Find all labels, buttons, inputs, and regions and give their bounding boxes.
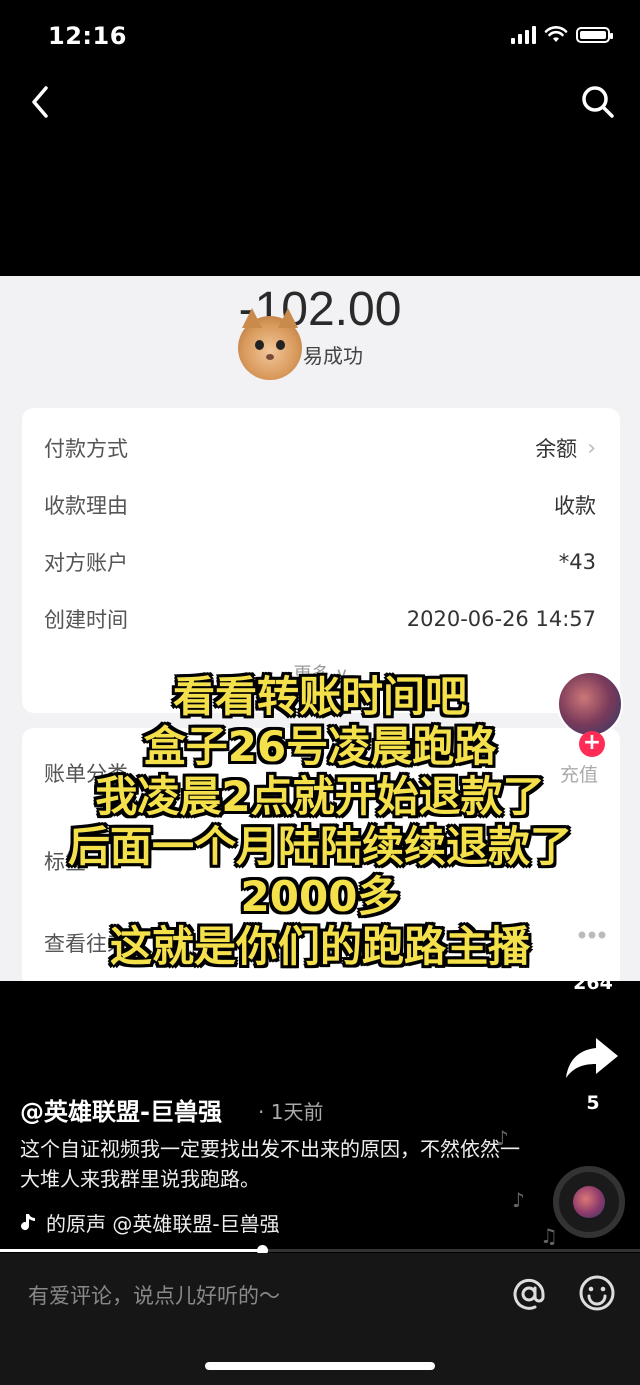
post-time: · 1天前	[258, 1100, 324, 1124]
detail-value: 收款	[554, 494, 596, 518]
chevron-right-icon: ›	[587, 435, 596, 461]
music-label[interactable]: 的原声 @英雄联盟-巨兽强	[20, 1208, 340, 1237]
detail-row-reason: 收款理由 收款	[44, 485, 596, 525]
comment-count: 264	[573, 972, 613, 994]
caption-line: 后面一个月陆陆续续退款了	[67, 822, 572, 871]
follow-button[interactable]: +	[579, 731, 605, 757]
share-icon[interactable]	[564, 1034, 620, 1082]
back-icon[interactable]	[22, 82, 62, 122]
caption-line: 这就是你们的跑路主播	[109, 922, 530, 971]
music-note-icon	[21, 1213, 35, 1230]
detail-label: 收款理由	[44, 494, 128, 518]
wifi-icon	[544, 26, 568, 42]
like-count: 824	[575, 852, 611, 873]
status-icons	[511, 26, 613, 44]
detail-label: 创建时间	[44, 608, 128, 632]
post-description: 这个自证视频我一定要找出发不出来的原因，不然依然一大堆人来我群里说我跑路。	[20, 1137, 520, 1191]
signal-icon	[511, 26, 536, 44]
comment-icon[interactable]	[564, 910, 620, 966]
home-indicator	[205, 1362, 435, 1370]
caption-line: 我凌晨2点就开始退款了	[95, 772, 545, 821]
detail-label: 对方账户	[44, 551, 128, 575]
detail-row-payment-method[interactable]: 付款方式 余额 ›	[44, 428, 596, 468]
caption-overlay: 看看转账时间吧 盒子26号凌晨跑路 我凌晨2点就开始退款了 后面一个月陆陆续续退…	[0, 672, 640, 972]
caption-line: 盒子26号凌晨跑路	[143, 722, 497, 771]
receipt-status: 易成功	[303, 344, 363, 368]
receipt-details-card: 付款方式 余额 › 收款理由 收款 对方账户 *43 创建时间 2020-06-2…	[22, 408, 620, 713]
author-avatar[interactable]	[557, 671, 623, 737]
progress-fill	[0, 1249, 263, 1252]
cat-sticker	[238, 308, 302, 380]
music-note-icon: ♪	[496, 1126, 509, 1150]
search-icon[interactable]	[578, 82, 618, 122]
caption-line: 看看转账时间吧	[172, 672, 467, 721]
detail-label: 付款方式	[44, 437, 128, 461]
detail-row-counterparty: 对方账户 *43	[44, 542, 596, 582]
at-mention-icon[interactable]	[509, 1274, 549, 1314]
emoji-icon[interactable]	[578, 1274, 616, 1312]
comment-input[interactable]: 有爱评论，说点儿好听的～	[28, 1280, 280, 1310]
share-count: 5	[586, 1092, 600, 1114]
receipt-amount: -102.00	[238, 283, 402, 336]
music-note-icon: ♪	[512, 1188, 525, 1212]
caption-line: 2000多	[240, 872, 400, 921]
status-time: 12:16	[48, 22, 127, 50]
detail-value: 2020-06-26 14:57	[406, 607, 596, 631]
detail-value: *43	[558, 550, 596, 574]
detail-row-created-time: 创建时间 2020-06-26 14:57	[44, 599, 596, 639]
author-name[interactable]: @英雄联盟-巨兽强	[20, 1092, 222, 1127]
music-text: 的原声 @英雄联盟-巨兽强	[46, 1212, 280, 1236]
detail-value: 余额	[535, 437, 578, 461]
battery-icon	[576, 27, 613, 43]
music-note-icon: ♫	[540, 1224, 558, 1248]
music-disc[interactable]	[553, 1166, 625, 1238]
heart-icon[interactable]	[565, 790, 617, 838]
